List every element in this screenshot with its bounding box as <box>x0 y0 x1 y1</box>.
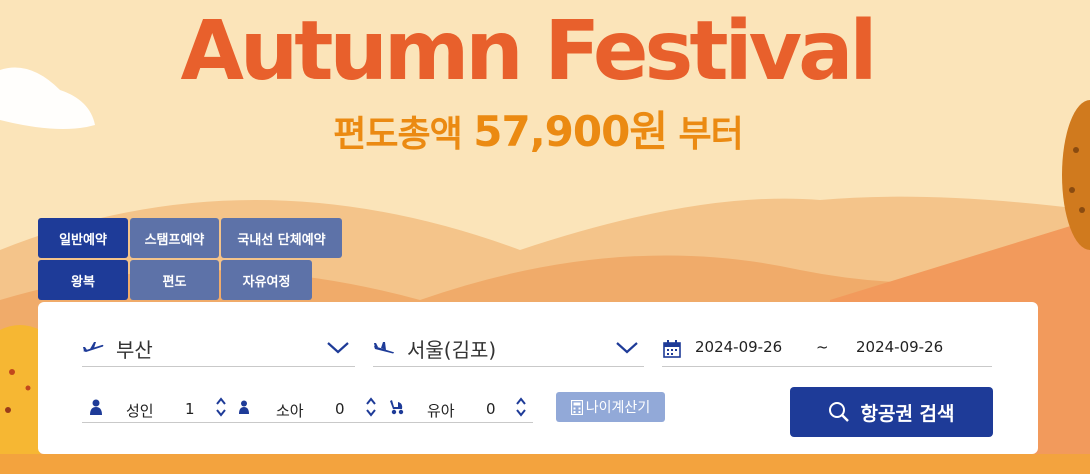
date-separator: ~ <box>816 338 829 356</box>
person-icon <box>90 399 102 415</box>
calculator-icon <box>570 399 583 415</box>
age-calculator-label: 나이계산기 <box>585 400 651 416</box>
infant-count: 0 <box>486 400 496 418</box>
subtitle-prefix: 편도총액 <box>333 114 462 155</box>
date-range-field[interactable]: 2024-09-26 ~ 2024-09-26 <box>662 330 992 367</box>
banner-title: Autumn Festival <box>180 4 877 99</box>
subtitle-price: 57,900원 <box>473 107 668 156</box>
child-label: 소아 <box>276 402 304 420</box>
adult-count: 1 <box>185 400 195 418</box>
subtitle-suffix: 부터 <box>678 114 744 155</box>
chevron-down-icon <box>616 342 638 354</box>
tab-general-booking[interactable]: 일반예약 <box>38 218 128 258</box>
adult-label: 성인 <box>126 402 154 420</box>
banner-subtitle: 편도총액 57,900원 부터 <box>0 104 1076 163</box>
tab-multi-city[interactable]: 자유여정 <box>221 260 312 300</box>
tab-round-trip[interactable]: 왕복 <box>38 260 128 300</box>
child-count: 0 <box>335 400 345 418</box>
stroller-icon <box>390 400 404 415</box>
age-calculator-button[interactable]: 나이계산기 <box>556 392 665 422</box>
person-icon <box>239 400 249 414</box>
search-icon <box>829 402 850 422</box>
tab-stamp-booking[interactable]: 스탬프예약 <box>130 218 219 258</box>
tab-group-booking[interactable]: 국내선 단체예약 <box>221 218 342 258</box>
adult-stepper[interactable] <box>215 396 227 418</box>
tab-one-way[interactable]: 편도 <box>130 260 219 300</box>
search-flights-button[interactable]: 항공권 검색 <box>790 387 993 437</box>
plane-takeoff-icon <box>83 342 104 352</box>
calendar-icon <box>663 340 681 358</box>
return-date: 2024-09-26 <box>856 338 944 356</box>
origin-select[interactable]: 부산 <box>82 330 355 367</box>
infant-label: 유아 <box>427 402 455 420</box>
origin-city: 부산 <box>116 337 153 362</box>
passenger-field: 성인 1 소아 0 유아 0 <box>82 390 533 423</box>
chevron-down-icon <box>327 342 349 354</box>
depart-date: 2024-09-26 <box>695 338 783 356</box>
destination-city: 서울(김포) <box>407 337 497 362</box>
search-button-label: 항공권 검색 <box>860 402 955 425</box>
plane-landing-icon <box>374 342 394 354</box>
infant-stepper[interactable] <box>515 396 527 418</box>
destination-select[interactable]: 서울(김포) <box>373 330 644 367</box>
child-stepper[interactable] <box>365 396 377 418</box>
search-panel: 부산 서울(김포) 2024-09-26 ~ 2024-09-26 성인 1 소… <box>38 302 1038 454</box>
